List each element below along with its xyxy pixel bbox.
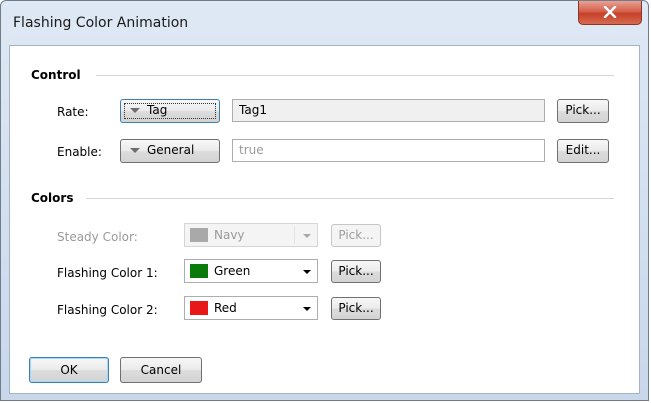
flashing-color-2-swatch <box>190 301 208 315</box>
flashing-color-2-pick-button[interactable]: Pick... <box>331 297 381 320</box>
dialog-window: Flashing Color Animation Control Rate: T… <box>0 0 649 401</box>
flashing-color-1-select[interactable]: Green <box>184 259 318 283</box>
flashing-color-2-select[interactable]: Red <box>184 296 318 320</box>
dropdown-arrow-icon <box>130 108 140 113</box>
rate-pick-button[interactable]: Pick... <box>557 99 609 123</box>
enable-mode-button[interactable]: General <box>120 139 220 163</box>
flashing-color-1-name: Green <box>214 264 251 278</box>
chevron-down-icon <box>303 270 311 274</box>
combo-separator <box>294 226 295 244</box>
flashing-color-2-label: Flashing Color 2: <box>57 303 158 317</box>
title-bar[interactable]: Flashing Color Animation <box>1 1 648 45</box>
dropdown-arrow-icon <box>130 148 140 153</box>
control-section-divider <box>96 75 614 76</box>
chevron-down-icon <box>303 307 311 311</box>
flashing-color-1-pick-button[interactable]: Pick... <box>331 260 381 283</box>
rate-value-field[interactable]: Tag1 <box>232 99 545 122</box>
rate-mode-label: Tag <box>147 103 168 117</box>
enable-expression-field[interactable]: true <box>232 139 545 162</box>
cancel-button[interactable]: Cancel <box>120 357 202 383</box>
ok-button[interactable]: OK <box>29 357 109 383</box>
colors-section-title: Colors <box>31 191 74 205</box>
control-section-title: Control <box>31 68 81 82</box>
flashing-color-1-swatch <box>190 264 208 278</box>
rate-mode-button[interactable]: Tag <box>120 99 220 123</box>
chevron-down-icon <box>303 234 311 238</box>
enable-edit-button[interactable]: Edit... <box>557 139 609 163</box>
colors-section-divider <box>86 198 614 199</box>
steady-color-label: Steady Color: <box>57 230 138 244</box>
steady-color-select: Navy <box>184 223 318 247</box>
steady-color-swatch <box>190 228 208 242</box>
dialog-client-area: Control Rate: Tag Tag1 Pick... Enable: G… <box>9 45 640 394</box>
window-title: Flashing Color Animation <box>13 15 189 31</box>
enable-label: Enable: <box>57 145 102 159</box>
flashing-color-2-name: Red <box>214 301 237 315</box>
close-button[interactable] <box>578 1 642 25</box>
rate-label: Rate: <box>57 105 89 119</box>
flashing-color-1-label: Flashing Color 1: <box>57 266 158 280</box>
steady-color-pick-button: Pick... <box>331 224 381 247</box>
enable-mode-label: General <box>147 143 195 157</box>
steady-color-name: Navy <box>214 228 245 242</box>
close-icon <box>603 6 617 18</box>
